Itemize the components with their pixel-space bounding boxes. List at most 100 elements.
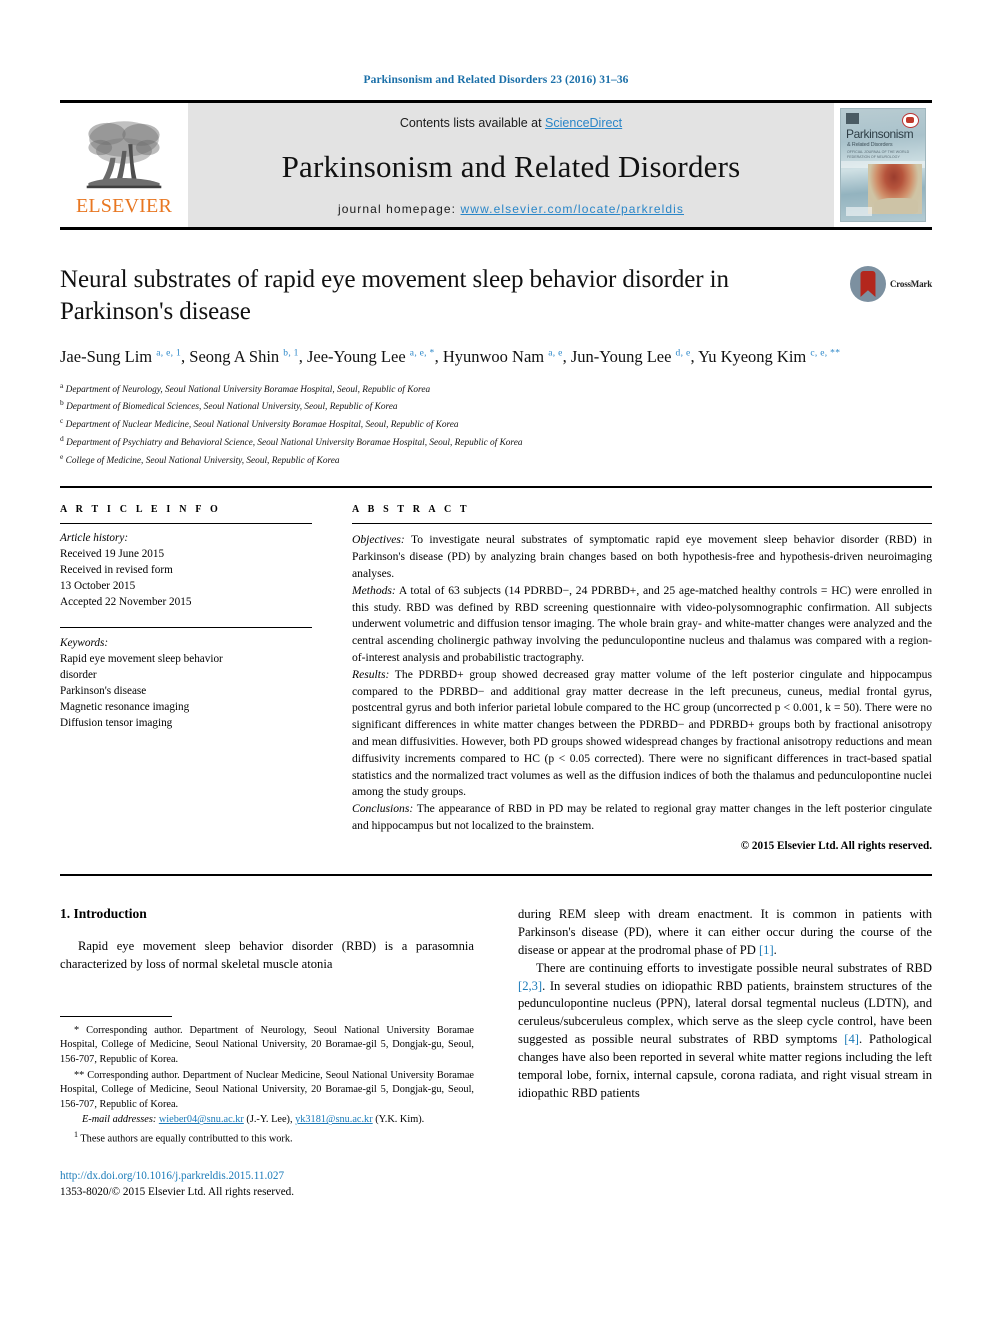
intro-paragraph-left: Rapid eye movement sleep behavior disord… [60,939,474,971]
body-column-right: during REM sleep with dream enactment. I… [518,906,932,1200]
affiliation-item: d Department of Psychiatry and Behaviora… [60,433,932,451]
author-separator: , [434,347,443,366]
author-name: Yu Kyeong Kim [698,347,811,366]
affiliation-text: Department of Nuclear Medicine, Seoul Na… [63,420,459,431]
article-page: Parkinsonism and Related Disorders 23 (2… [0,0,992,1323]
article-info-rule [60,523,312,525]
running-head: Parkinsonism and Related Disorders 23 (2… [363,74,629,86]
doi-link[interactable]: http://dx.doi.org/10.1016/j.parkreldis.2… [60,1170,284,1182]
citation-ref-2[interactable]: [2,3] [518,979,542,993]
divider-above-abstract [60,486,932,489]
conclusions-text: The appearance of RBD in PD may be relat… [352,802,932,833]
article-info-heading: A R T I C L E I N F O [60,504,221,516]
conclusions-label: Conclusions: [352,802,414,816]
keywords-label: Keywords: [60,637,109,649]
sciencedirect-link[interactable]: ScienceDirect [545,116,622,130]
affiliation-item: b Department of Biomedical Sciences, Seo… [60,397,932,415]
results-label: Results: [352,667,390,681]
title-block: Neural substrates of rapid eye movement … [60,264,932,327]
journal-masthead: ELSEVIER Contents lists available at Sci… [60,100,932,230]
abstract-rule [352,523,932,525]
author-separator: , [562,347,571,366]
crossmark-badge[interactable]: CrossMark [849,266,932,302]
author-list: Jae-Sung Lim a, e, 1, Seong A Shin b, 1,… [60,344,932,370]
affiliation-item: c Department of Nuclear Medicine, Seoul … [60,415,932,433]
email-owner-1: (J.-Y. Lee), [243,1114,296,1126]
masthead-center: Contents lists available at ScienceDirec… [188,103,834,227]
contents-prefix: Contents lists available at [399,116,546,130]
footnote-divider [60,1015,172,1017]
keyword-item: Magnetic resonance imaging [60,700,190,713]
issn-copyright-line: 1353-8020/© 2015 Elsevier Ltd. All right… [60,1185,295,1198]
abstract-results: Results: The PDRBD+ group showed decreas… [352,667,932,801]
page-title: Neural substrates of rapid eye movement … [60,266,729,325]
email-owner-2: (Y.K. Kim). [372,1114,425,1126]
article-history-label: Article history: [60,532,129,545]
journal-homepage-link[interactable]: www.elsevier.com/locate/parkreldis [461,202,684,216]
affiliation-text: Department of Neurology, Seoul National … [63,384,431,395]
cover-meta: OFFICIAL JOURNAL OF THE WORLD FEDERATION… [847,150,910,160]
intro-right-1-end: . [773,942,777,957]
intro-paragraph-right-1: during REM sleep with dream enactment. I… [518,906,932,960]
journal-cover-image: Parkinsonism & Related Disorders OFFICIA… [840,108,926,222]
affiliation-text: Department of Biomedical Sciences, Seoul… [63,402,398,413]
history-item: Received in revised form [60,564,173,577]
author-affiliation-marks: d, e [675,348,691,359]
journal-homepage-line: journal homepage: www.elsevier.com/locat… [338,202,684,216]
article-history-block: Article history: Received 19 June 2015 R… [60,531,312,611]
affiliation-list: a Department of Neurology, Seoul Nationa… [60,380,932,469]
author-affiliation-marks: c, e, ** [810,348,841,359]
keyword-item: Parkinson's disease [60,684,147,697]
affiliation-item: e College of Medicine, Seoul National Un… [60,451,932,469]
cover-society-icon [902,113,919,128]
abstract-objectives: Objectives: To investigate neural substr… [352,532,932,582]
objectives-label: Objectives: [352,533,405,547]
abstract-methods: Methods: A total of 63 subjects (14 PDRB… [352,583,932,667]
crossmark-label: CrossMark [889,279,932,289]
elsevier-tree-icon [86,120,162,188]
email-link-2[interactable]: yk3181@snu.ac.kr [295,1114,373,1125]
author-name: Jae-Sung Lim [60,347,157,366]
author-name: Jun-Young Lee [570,347,676,366]
intro-paragraph-right-2: There are continuing efforts to investig… [518,960,932,1103]
author-name: Jee-Young Lee [306,347,410,366]
section-heading-introduction: 1. Introduction [60,906,147,922]
abstract-heading: A B S T R A C T [352,504,470,516]
journal-title: Parkinsonism and Related Disorders [281,148,741,184]
objectives-text: To investigate neural substrates of symp… [352,533,932,581]
intro-right-1-text: during REM sleep with dream enactment. I… [518,907,932,957]
affiliation-item: a Department of Neurology, Seoul Nationa… [60,380,932,398]
body-columns: 1. Introduction Rapid eye movement sleep… [60,906,932,1200]
author-affiliation-marks: a, e, * [409,348,435,359]
cover-subtitle: & Related Disorders [847,142,893,148]
doi-line[interactable]: http://dx.doi.org/10.1016/j.parkreldis.2… [60,1169,474,1185]
affiliation-text: College of Medicine, Seoul National Univ… [63,455,340,466]
footnote-text-1: Corresponding author. Department of Neur… [60,1024,474,1066]
email-link-1[interactable]: wieber04@snu.ac.kr [159,1114,244,1125]
footnote-area: * Corresponding author. Department of Ne… [60,1015,474,1201]
abstract-conclusions: Conclusions: The appearance of RBD in PD… [352,801,932,835]
keyword-item: Rapid eye movement sleep behavior [60,652,223,665]
body-column-left: 1. Introduction Rapid eye movement sleep… [60,906,474,1200]
crossmark-icon [849,266,886,302]
author-affiliation-marks: b, 1 [283,348,299,359]
contents-available-line: Contents lists available at ScienceDirec… [400,116,622,130]
footnote-emails: E-mail addresses: wieber04@snu.ac.kr (J.… [60,1113,474,1128]
info-abstract-row: A R T I C L E I N F O Article history: R… [60,504,932,854]
citation-ref-3[interactable]: [4] [844,1032,859,1046]
journal-cover-thumbnail: Parkinsonism & Related Disorders OFFICIA… [834,103,932,227]
abstract-copyright: © 2015 Elsevier Ltd. All rights reserved… [740,839,932,852]
history-item: Received 19 June 2015 [60,548,165,561]
citation-ref-1[interactable]: [1] [759,943,774,957]
methods-label: Methods: [352,583,396,597]
author-name: Hyunwoo Nam [442,347,549,366]
affiliation-text: Department of Psychiatry and Behavioral … [63,438,523,448]
cover-publisher-icon [846,113,859,124]
elsevier-wordmark: ELSEVIER [75,194,173,217]
homepage-prefix: journal homepage: [337,202,461,216]
cover-footer-block [846,207,872,216]
footnote-mark-2: ** [74,1069,85,1081]
abstract-column: A B S T R A C T Objectives: To investiga… [312,504,932,854]
elsevier-logo: ELSEVIER [60,103,188,227]
author-affiliation-marks: a, e [548,348,563,359]
